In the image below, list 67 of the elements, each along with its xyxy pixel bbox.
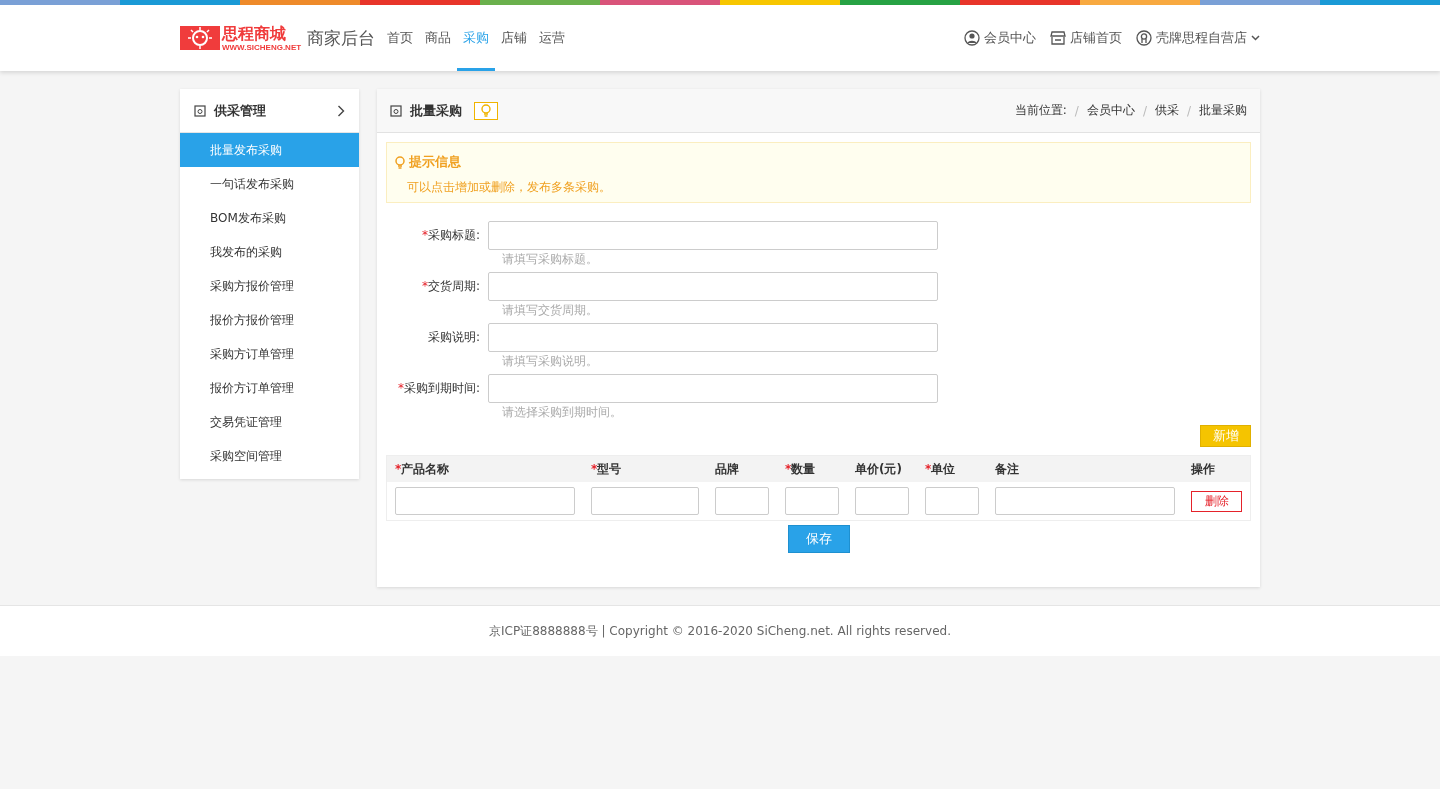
input-field[interactable] (591, 487, 699, 515)
column-header: 操作 (1191, 460, 1216, 478)
store-icon (1050, 30, 1066, 46)
sidebar-item[interactable]: 一句话发布采购 (180, 167, 359, 201)
nav-link[interactable]: 运营 (533, 5, 572, 71)
nav-link[interactable]: 首页 (381, 5, 420, 71)
column-header: 单价(元) (855, 460, 903, 478)
sidebar-item[interactable]: 报价方订单管理 (180, 371, 359, 405)
input-field[interactable] (488, 272, 938, 301)
field-hint: 请填写采购标题。 (501, 252, 599, 266)
input-field[interactable] (855, 487, 909, 515)
logo-url: WWW.SICHENG.NET (222, 42, 302, 52)
field-label: *采购到期时间: (396, 380, 480, 397)
sidebar-item[interactable]: 采购空间管理 (180, 439, 359, 473)
input-field[interactable] (995, 487, 1175, 515)
field-label: 采购说明: (426, 329, 480, 346)
breadcrumb-separator: / (1142, 103, 1147, 118)
header-link[interactable]: 会员中心 (964, 29, 1036, 47)
breadcrumb-separator: / (1186, 103, 1191, 118)
tip-button[interactable] (474, 101, 498, 120)
logo-icon (180, 25, 220, 51)
input-field[interactable] (488, 221, 938, 250)
breadcrumb-label: 当前位置: (1014, 102, 1067, 119)
sidebar-item[interactable]: 采购方报价管理 (180, 269, 359, 303)
tip-text: 可以点击增加或删除，发布多条采购。 (406, 179, 612, 196)
column-header: *产品名称 (395, 460, 451, 478)
lightbulb-icon (481, 104, 491, 117)
field-hint: 请填写交货周期。 (501, 303, 599, 317)
sidebar-item[interactable]: 采购方订单管理 (180, 337, 359, 371)
panel-title: 批量采购 (410, 101, 462, 120)
column-header: *单位 (925, 460, 957, 478)
nav-link[interactable]: 店铺 (495, 5, 534, 71)
input-field[interactable] (785, 487, 839, 515)
column-header: *型号 (591, 460, 623, 478)
field-hint: 请选择采购到期时间。 (501, 405, 623, 419)
header-link[interactable]: 店铺首页 (1050, 29, 1122, 47)
sidebar-title: 供采管理 (214, 101, 266, 120)
user-icon (1136, 30, 1152, 46)
delete-button[interactable]: 删除 (1191, 490, 1242, 512)
sidebar-item[interactable]: 报价方报价管理 (180, 303, 359, 337)
sidebar-item[interactable]: 我发布的采购 (180, 235, 359, 269)
column-header: *数量 (785, 460, 817, 478)
field-label: *交货周期: (420, 278, 480, 295)
site-subtitle: 商家后台 (307, 26, 376, 50)
tip-title: 提示信息 (409, 153, 461, 171)
field-hint: 请填写采购说明。 (501, 354, 599, 368)
input-field[interactable] (715, 487, 769, 515)
footer-text: 京ICP证8888888号 | Copyright © 2016-2020 SiCheng.net. All rights reserved. (489, 622, 951, 640)
sidebar-item[interactable]: BOM发布采购 (180, 201, 359, 235)
breadcrumb-separator: / (1074, 103, 1079, 118)
column-header: 品牌 (715, 460, 740, 478)
breadcrumb-link[interactable]: 会员中心 (1086, 102, 1135, 119)
input-field[interactable] (488, 374, 938, 403)
nav-link[interactable]: 商品 (419, 5, 458, 71)
user-icon (964, 30, 980, 46)
logo-text: 思程商城 (222, 24, 287, 43)
lightbulb-icon (395, 155, 405, 169)
sidebar-item[interactable]: 交易凭证管理 (180, 405, 359, 439)
breadcrumb-link[interactable]: 批量采购 (1199, 102, 1247, 119)
chevron-right-icon (337, 104, 345, 117)
input-field[interactable] (395, 487, 575, 515)
input-field[interactable] (925, 487, 979, 515)
breadcrumb-link[interactable]: 供采 (1154, 102, 1179, 119)
header-link[interactable]: 壳牌思程自营店 (1136, 29, 1260, 47)
column-header: 备注 (995, 460, 1020, 478)
field-label: *采购标题: (420, 227, 480, 244)
input-field[interactable] (488, 323, 938, 352)
